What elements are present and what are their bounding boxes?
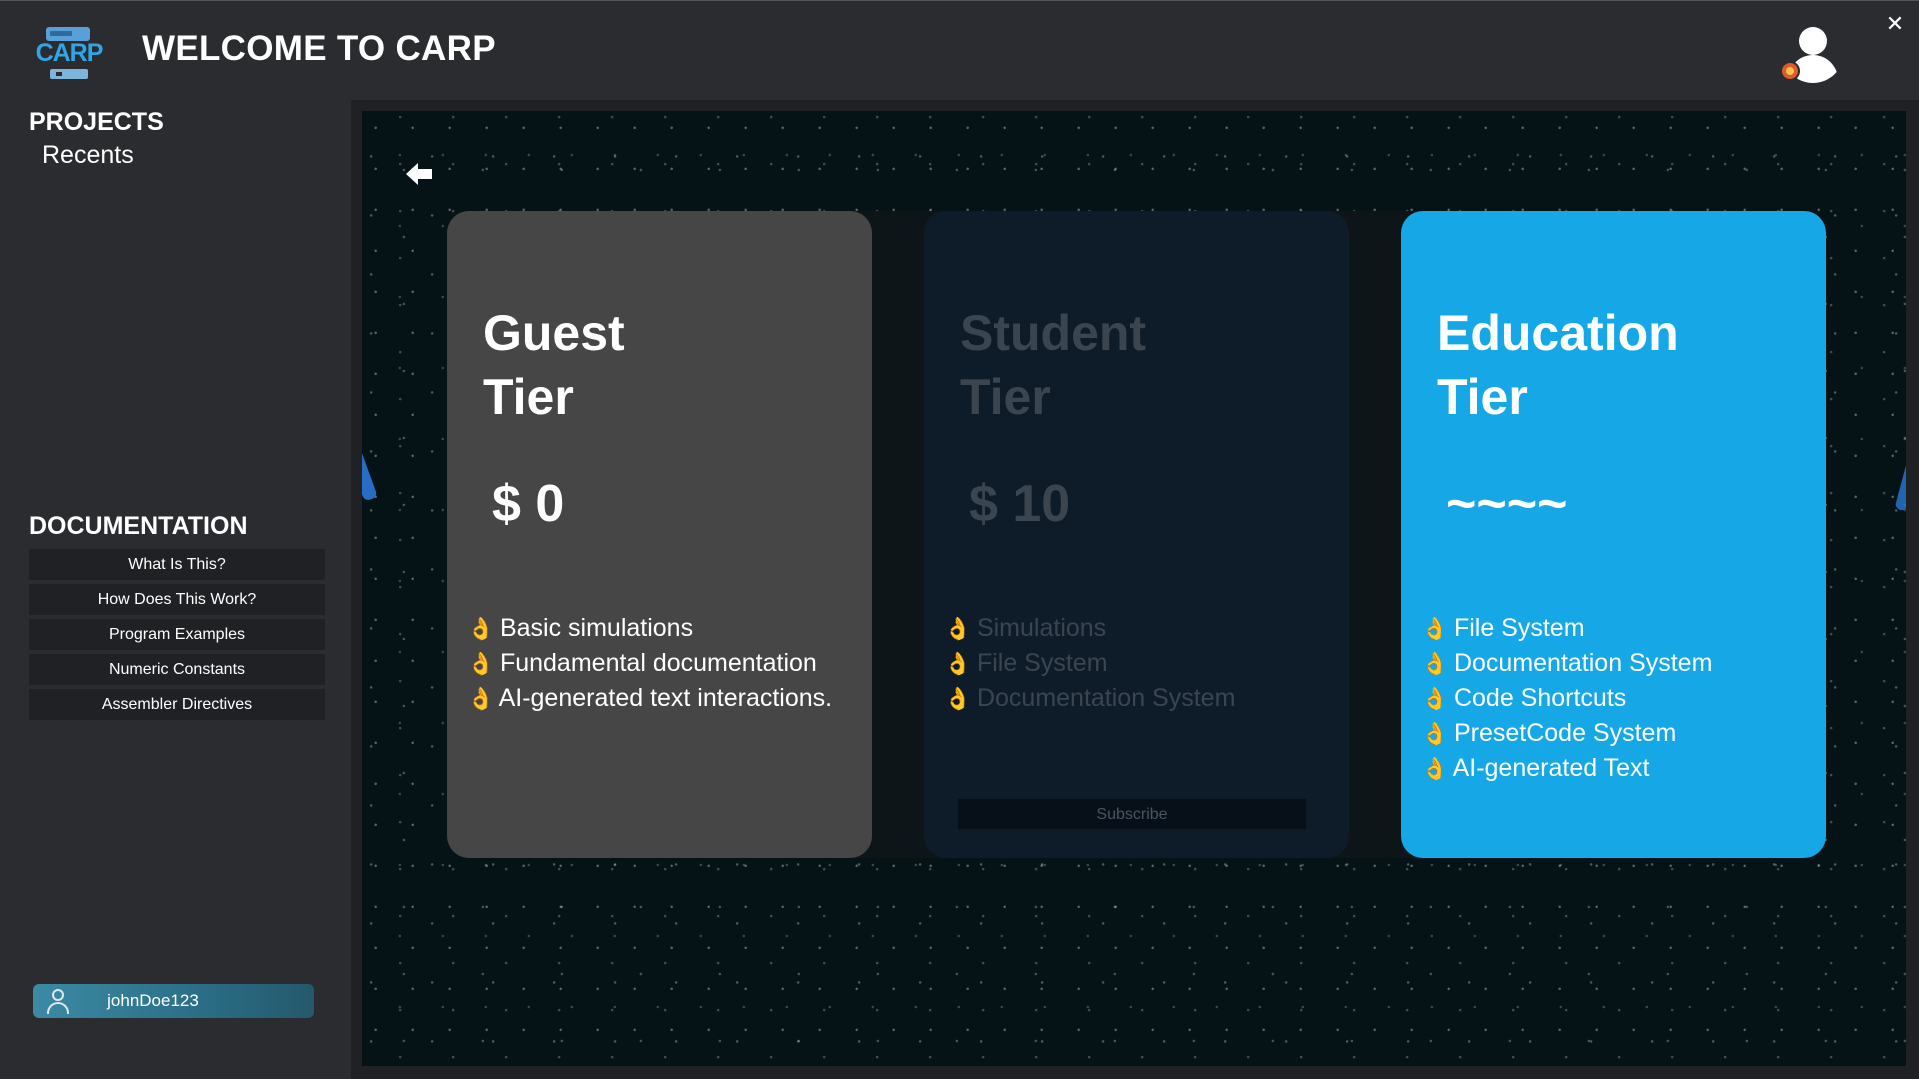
feature-item: 👌 Basic simulations [467,611,832,646]
student-tier-card[interactable]: Student Tier $ 10 👌 Simulations 👌 File S… [924,211,1349,858]
tier-name: Student Tier [960,305,1147,425]
username-label: johnDoe123 [107,991,199,1010]
feature-text: Fundamental documentation [499,649,817,677]
feature-list: 👌 Simulations 👌 File System 👌 Documentat… [944,611,1235,716]
ok-hand-icon: 👌 [1421,651,1449,676]
feature-text: Simulations [976,614,1107,642]
back-arrow-icon[interactable] [404,159,434,189]
ok-hand-icon: 👌 [467,616,495,641]
doc-item-how-does-this-work[interactable]: How Does This Work? [29,584,325,615]
decorative-glow-left [362,440,378,502]
doc-item-assembler-directives[interactable]: Assembler Directives [29,689,325,720]
projects-heading: PROJECTS [29,108,164,136]
feature-item: 👌 File System [1421,611,1712,646]
feature-text: Documentation System [1453,649,1713,677]
doc-item-what-is-this[interactable]: What Is This? [29,549,325,580]
feature-text: Code Shortcuts [1453,684,1627,712]
feature-text: AI-generated Text [1452,754,1650,782]
ok-hand-icon: 👌 [1421,616,1449,641]
pricing-panel: Guest Tier $ 0 👌 Basic simulations 👌 Fun… [362,111,1906,1066]
carp-logo: CARP [34,25,104,81]
feature-item: 👌 Code Shortcuts [1421,681,1712,716]
logo-text: CARP [35,39,104,67]
feature-item: 👌 Simulations [944,611,1235,646]
avatar-head-shape [1799,27,1827,55]
user-icon-body [47,1002,69,1014]
user-account-button[interactable]: johnDoe123 [33,984,314,1018]
feature-text: AI-generated text interactions. [498,684,833,712]
ok-hand-icon: 👌 [1421,756,1449,781]
avatar-status-badge [1780,61,1800,81]
guest-tier-card[interactable]: Guest Tier $ 0 👌 Basic simulations 👌 Fun… [447,211,872,858]
feature-text: PresetCode System [1453,719,1677,747]
ok-hand-icon: 👌 [944,651,972,676]
feature-item: 👌 File System [944,646,1235,681]
tier-price: $ 10 [969,475,1071,533]
doc-item-numeric-constants[interactable]: Numeric Constants [29,654,325,685]
feature-text: File System [1453,614,1585,642]
ok-hand-icon: 👌 [1421,686,1449,711]
ok-hand-icon: 👌 [467,651,495,676]
tier-name: Education Tier [1437,305,1679,425]
feature-text: Documentation System [976,684,1236,712]
feature-item: 👌 Documentation System [1421,646,1712,681]
app-window: CARP WELCOME TO CARP ✕ PROJECTS Recents … [0,0,1919,1079]
doc-item-program-examples[interactable]: Program Examples [29,619,325,650]
tier-price: $ 0 [492,475,565,533]
feature-text: Basic simulations [499,614,694,642]
user-icon [45,988,71,1014]
tier-name: Guest Tier [483,305,625,425]
ok-hand-icon: 👌 [467,686,495,711]
page-title: WELCOME TO CARP [142,29,496,68]
feature-item: 👌 Fundamental documentation [467,646,832,681]
header-bar: CARP WELCOME TO CARP ✕ [0,0,1919,101]
sidebar-item-recents[interactable]: Recents [42,141,134,170]
education-tier-card[interactable]: Education Tier ~~~~ 👌 File System 👌 Docu… [1401,211,1826,858]
feature-text: File System [976,649,1108,677]
feature-item: 👌 PresetCode System [1421,716,1712,751]
ok-hand-icon: 👌 [944,616,972,641]
feature-list: 👌 File System 👌 Documentation System 👌 C… [1421,611,1712,786]
user-icon-head [52,989,64,1001]
documentation-list: What Is This? How Does This Work? Progra… [29,549,325,724]
ok-hand-icon: 👌 [1421,721,1449,746]
close-button[interactable]: ✕ [1882,11,1908,37]
ok-hand-icon: 👌 [944,686,972,711]
subscribe-button[interactable]: Subscribe [958,799,1306,829]
feature-item: 👌 Documentation System [944,681,1235,716]
feature-item: 👌 AI-generated text interactions. [467,681,832,716]
sidebar: PROJECTS Recents DOCUMENTATION What Is T… [0,100,351,1079]
decorative-glow-right [1894,450,1906,512]
logo-base-shape [50,69,88,79]
tier-price: ~~~~ [1446,475,1568,533]
feature-item: 👌 AI-generated Text [1421,751,1712,786]
feature-list: 👌 Basic simulations 👌 Fundamental docume… [467,611,832,716]
documentation-heading: DOCUMENTATION [29,512,248,540]
